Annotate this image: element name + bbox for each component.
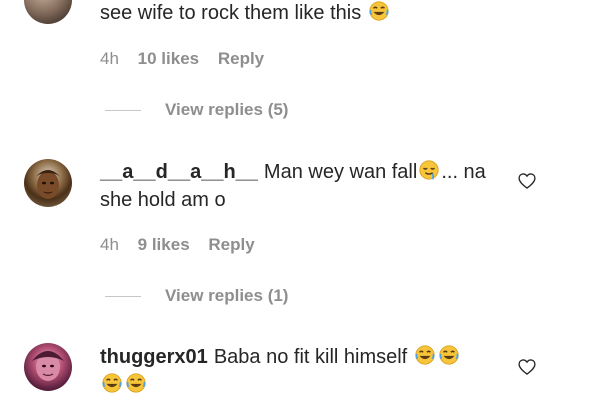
laughing-tears-emoji-icon: [369, 1, 389, 21]
avatar[interactable]: [24, 343, 72, 391]
like-heart-icon[interactable]: [517, 171, 537, 191]
divider-line: [105, 110, 141, 112]
like-heart-icon[interactable]: [517, 357, 537, 377]
avatar[interactable]: [24, 0, 72, 24]
comment-text: __a__d__a__h__ Man wey wan fall ... na sh…: [100, 160, 486, 211]
avatar-image: [34, 170, 62, 199]
likes-count[interactable]: 10 likes: [138, 49, 199, 68]
laughing-tears-emoji-icon: [439, 345, 459, 365]
avatar-image: [32, 351, 64, 381]
comment-time: 4h: [100, 49, 119, 68]
laughing-tears-emoji-icon: [126, 373, 146, 393]
comment-meta: 4h 10 likes Reply: [100, 49, 278, 69]
comment-username[interactable]: thuggerx01: [100, 346, 208, 368]
comment-username[interactable]: __a__d__a__h__: [100, 161, 258, 183]
drooling-face-emoji-icon: [419, 160, 439, 180]
divider-line: [105, 296, 141, 298]
likes-count[interactable]: 9 likes: [138, 235, 190, 254]
comment-meta: 4h 9 likes Reply: [100, 235, 269, 255]
view-replies-button[interactable]: View replies (5): [105, 100, 288, 120]
avatar[interactable]: [24, 159, 72, 207]
comment-text: see wife to rock them like this: [100, 0, 391, 27]
laughing-tears-emoji-icon: [415, 345, 435, 365]
reply-button[interactable]: Reply: [218, 49, 264, 68]
comment-time: 4h: [100, 235, 119, 254]
laughing-tears-emoji-icon: [102, 373, 122, 393]
reply-button[interactable]: Reply: [208, 235, 254, 254]
view-replies-button[interactable]: View replies (1): [105, 286, 288, 306]
comment-text: thuggerx01 Baba no fit kill himself: [100, 343, 461, 399]
